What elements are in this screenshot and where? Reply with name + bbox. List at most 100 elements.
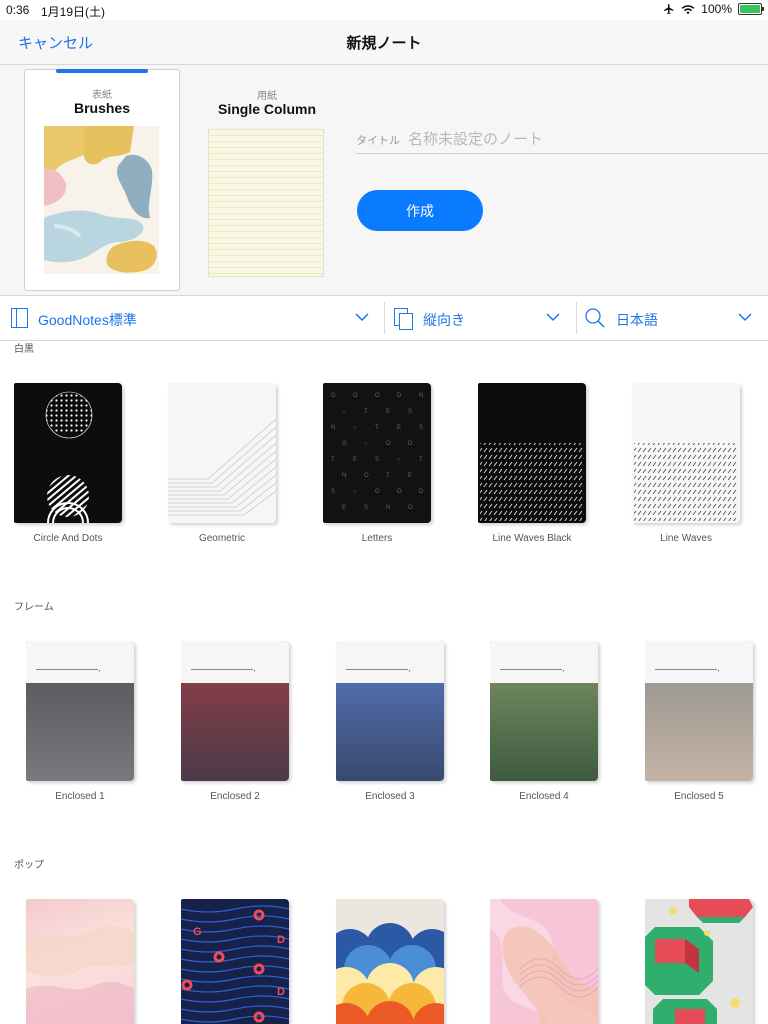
template-enclosed-4[interactable]: , xyxy=(490,641,598,781)
chevron-down-icon xyxy=(738,313,752,322)
language-dropdown[interactable]: 日本語 xyxy=(577,296,768,340)
svg-text:O: O xyxy=(397,489,402,495)
chevron-down-icon xyxy=(355,313,369,322)
title-input[interactable] xyxy=(406,127,760,151)
svg-text:○: ○ xyxy=(364,441,368,447)
template-label: Enclosed 2 xyxy=(210,791,260,802)
svg-text:E: E xyxy=(342,505,346,511)
svg-text:O: O xyxy=(375,393,380,399)
frame-mark: , xyxy=(253,663,256,673)
language-search-icon xyxy=(585,308,605,328)
template-letters[interactable]: G O O D N ○ T E S N ○ T E S G ○ O D T E S ○ T N O T E S ○ G O D E… xyxy=(323,383,431,523)
template-label: Enclosed 4 xyxy=(519,791,569,802)
template-pop-1[interactable] xyxy=(26,899,134,1024)
svg-text:S: S xyxy=(375,457,379,463)
svg-text:D: D xyxy=(277,934,285,946)
paper-name: Single Column xyxy=(218,101,316,117)
orientation-label: 縦向き xyxy=(423,312,465,328)
svg-text:O: O xyxy=(353,393,358,399)
filter-bar: GoodNotes標準 縦向き 日本語 xyxy=(0,295,768,341)
language-label: 日本語 xyxy=(616,312,658,328)
frame-label-area: , xyxy=(26,641,134,683)
template-line-waves[interactable] xyxy=(632,383,740,523)
svg-text:○: ○ xyxy=(353,489,357,495)
template-label: Letters xyxy=(361,533,393,544)
template-circle-and-dots[interactable] xyxy=(14,383,122,523)
frame-label-area: , xyxy=(336,641,444,683)
cover-selector[interactable]: 表紙 Brushes xyxy=(24,69,180,291)
svg-text:G: G xyxy=(331,393,336,399)
template-set-dropdown[interactable]: GoodNotes標準 xyxy=(0,296,384,340)
section-title-pop: ポップ xyxy=(14,860,44,871)
paper-selector[interactable]: 用紙 Single Column xyxy=(190,69,344,289)
cover-art xyxy=(490,899,598,1024)
svg-text:O: O xyxy=(364,473,369,479)
template-label: Enclosed 1 xyxy=(55,791,105,802)
frame-label-area: , xyxy=(181,641,289,683)
battery-icon xyxy=(738,3,764,15)
frame-label-area: , xyxy=(490,641,598,683)
template-label: Enclosed 3 xyxy=(365,791,415,802)
status-date: 1月19日(土) xyxy=(41,5,106,19)
frame-line xyxy=(36,669,98,670)
template-set-icon xyxy=(11,308,28,328)
template-pop-3[interactable] xyxy=(336,899,444,1024)
svg-text:N: N xyxy=(419,393,423,399)
status-time: 0:36 xyxy=(6,3,30,17)
paper-preview xyxy=(208,129,324,277)
svg-text:N: N xyxy=(331,425,335,431)
svg-text:E: E xyxy=(397,425,401,431)
svg-text:T: T xyxy=(375,425,379,431)
section-title-monochrome: 白黒 xyxy=(14,344,34,355)
svg-text:S: S xyxy=(364,505,368,511)
svg-text:E: E xyxy=(386,409,390,415)
svg-text:G: G xyxy=(375,489,380,495)
template-enclosed-5[interactable]: , xyxy=(645,641,753,781)
template-label: Circle And Dots xyxy=(33,533,103,544)
navigation-bar: キャンセル 新規ノート xyxy=(0,20,768,65)
svg-text:T: T xyxy=(419,457,423,463)
template-geometric[interactable] xyxy=(168,383,276,523)
page-title: 新規ノート xyxy=(346,35,422,52)
frame-line xyxy=(191,669,253,670)
template-line-waves-black[interactable] xyxy=(478,383,586,523)
cover-kind-label: 表紙 xyxy=(92,90,112,101)
svg-text:G: G xyxy=(342,441,347,447)
portrait-icon xyxy=(394,308,413,330)
template-label: Line Waves xyxy=(660,533,712,544)
create-button[interactable]: 作成 xyxy=(357,190,483,231)
svg-text:D: D xyxy=(397,393,402,399)
status-bar: 0:36 1月19日(土) 100% xyxy=(0,0,768,20)
template-pop-5[interactable] xyxy=(645,899,753,1024)
status-indicators: 100% xyxy=(663,2,764,16)
cover-preview xyxy=(44,126,159,274)
svg-text:D: D xyxy=(277,986,285,998)
template-label: Line Waves Black xyxy=(492,533,572,544)
frame-line xyxy=(346,669,408,670)
frame-mark: , xyxy=(717,663,720,673)
template-label: Enclosed 5 xyxy=(674,791,724,802)
cover-art xyxy=(480,443,584,521)
template-label: Geometric xyxy=(198,533,246,544)
orientation-dropdown[interactable]: 縦向き xyxy=(385,296,576,340)
svg-text:D: D xyxy=(419,489,424,495)
cover-art xyxy=(336,923,444,1024)
svg-text:S: S xyxy=(408,409,412,415)
svg-text:T: T xyxy=(364,409,368,415)
template-enclosed-3[interactable]: , xyxy=(336,641,444,781)
title-field-row: タイトル xyxy=(356,125,768,154)
template-pop-4[interactable] xyxy=(490,899,598,1024)
section-title-frame: フレーム xyxy=(14,602,54,613)
template-pop-2[interactable]: G D D xyxy=(181,899,289,1024)
svg-text:S: S xyxy=(419,425,423,431)
cover-art xyxy=(26,926,134,1024)
selected-indicator xyxy=(56,69,148,73)
svg-text:T: T xyxy=(331,457,335,463)
cover-art xyxy=(45,391,93,523)
template-enclosed-1[interactable]: , xyxy=(26,641,134,781)
template-set-label: GoodNotes標準 xyxy=(38,312,137,328)
template-enclosed-2[interactable]: , xyxy=(181,641,289,781)
svg-text:E: E xyxy=(353,457,357,463)
cover-art: G D D xyxy=(181,905,289,1023)
svg-text:S: S xyxy=(331,489,335,495)
